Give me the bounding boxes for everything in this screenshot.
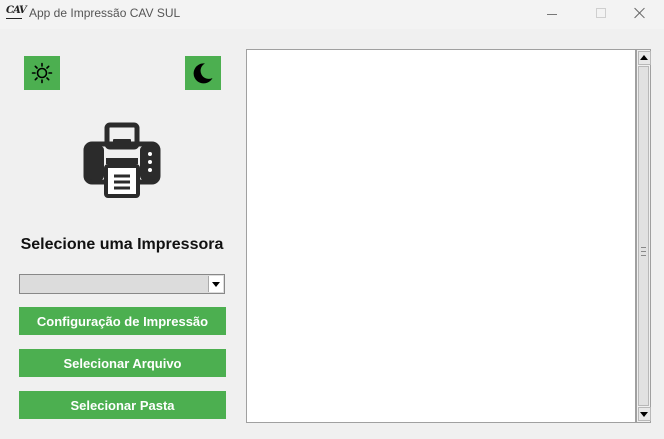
minimize-button[interactable] — [530, 0, 576, 29]
log-scrollbar[interactable] — [636, 49, 651, 423]
select-printer-heading: Selecione uma Impressora — [20, 236, 224, 253]
grip-icon — [641, 247, 646, 256]
light-theme-button[interactable] — [24, 56, 60, 90]
close-button[interactable] — [618, 0, 664, 29]
title-bar: CAV App de Impressão CAV SUL — [0, 0, 664, 29]
window-title: App de Impressão CAV SUL — [29, 6, 181, 20]
dark-theme-button[interactable] — [185, 56, 221, 90]
scroll-up-arrow-icon[interactable] — [638, 51, 651, 65]
scroll-thumb[interactable] — [638, 66, 649, 406]
scroll-down-arrow-icon[interactable] — [638, 407, 651, 421]
maximize-icon — [596, 8, 606, 18]
sun-icon — [31, 62, 53, 84]
maximize-button[interactable] — [576, 0, 622, 29]
chevron-down-icon[interactable] — [208, 276, 223, 292]
log-textarea[interactable] — [246, 49, 636, 423]
printer-select[interactable] — [19, 274, 225, 294]
select-file-button[interactable]: Selecionar Arquivo — [19, 349, 226, 377]
minimize-icon — [547, 14, 557, 15]
app-logo-icon: CAV — [6, 6, 27, 19]
select-folder-button[interactable]: Selecionar Pasta — [19, 391, 226, 419]
printer-icon — [83, 122, 161, 198]
moon-icon — [193, 63, 213, 84]
app-window: CAV App de Impressão CAV SUL Selecione u… — [0, 0, 664, 439]
close-icon — [634, 7, 646, 19]
print-config-button[interactable]: Configuração de Impressão — [19, 307, 226, 335]
